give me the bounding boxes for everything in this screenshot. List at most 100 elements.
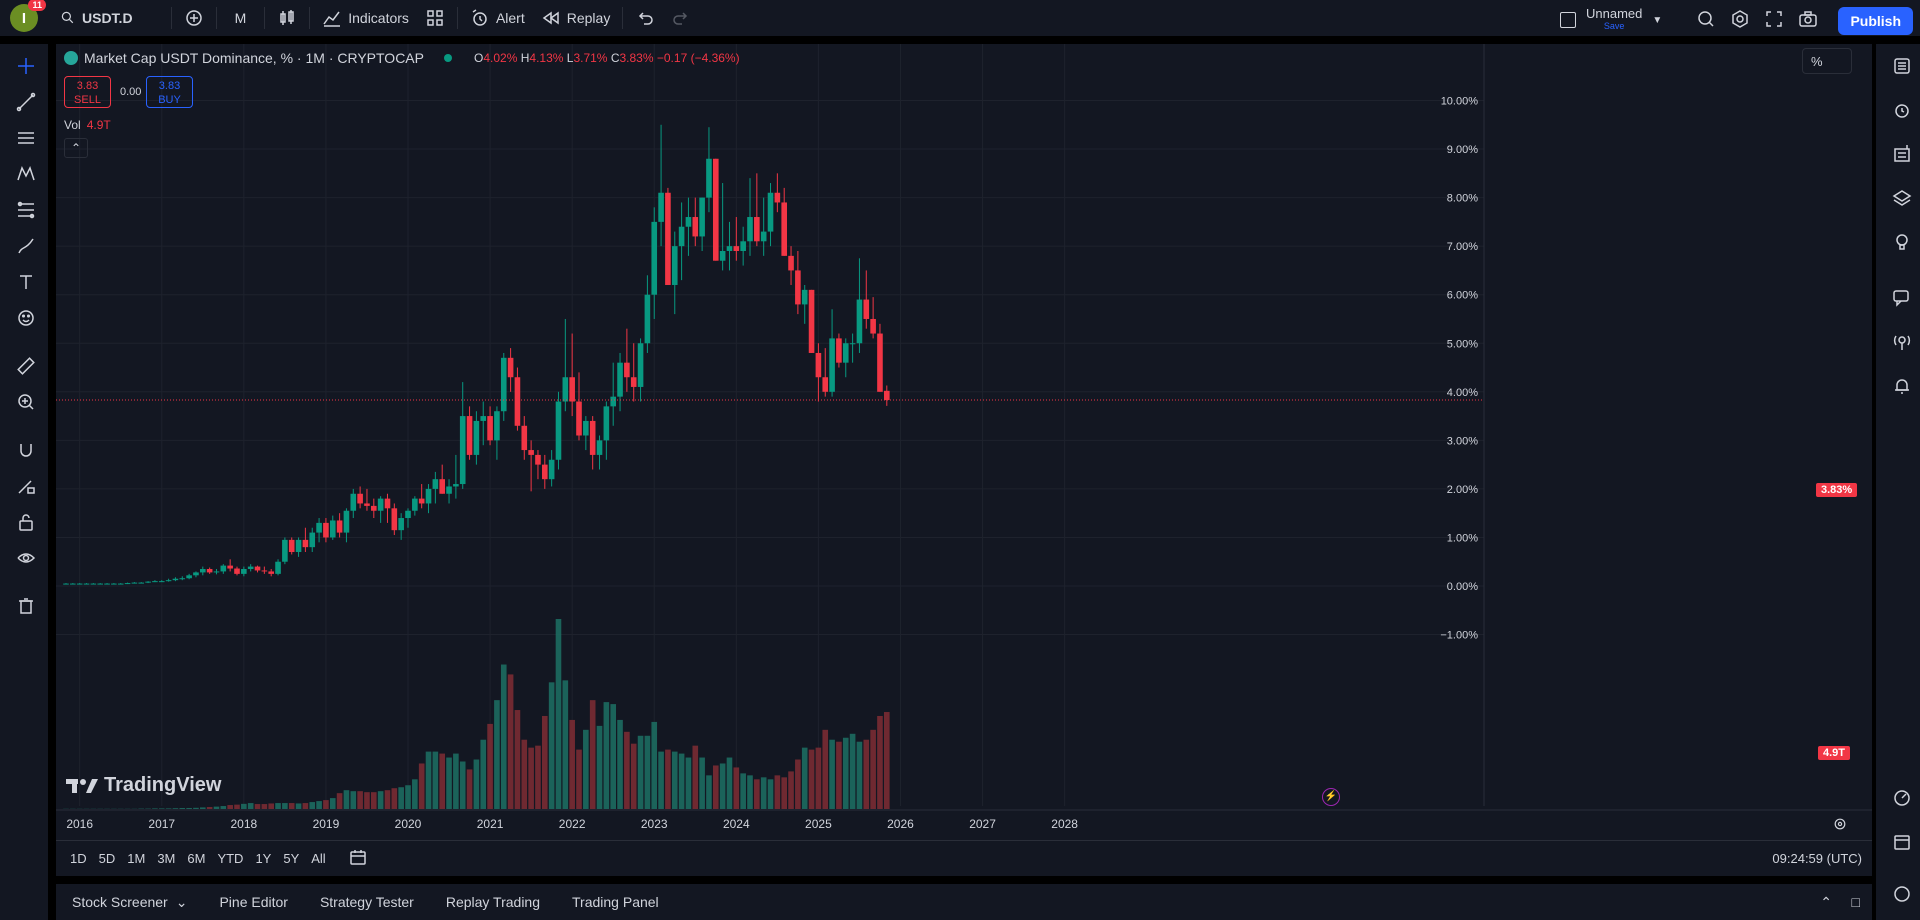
- volume-bar: [439, 753, 445, 809]
- brush-tool[interactable]: [12, 232, 40, 260]
- tab-label: Strategy Tester: [319, 894, 414, 910]
- time-axis-label: 2025: [805, 817, 832, 831]
- hide-tool[interactable]: [12, 544, 40, 572]
- streams-button[interactable]: [1888, 328, 1916, 356]
- compare-button[interactable]: [176, 2, 212, 34]
- calendar-button[interactable]: [1888, 828, 1916, 856]
- volume-legend[interactable]: Vol 4.9T: [64, 118, 111, 132]
- price-axis-label: 6.00%: [1447, 290, 1478, 302]
- lightning-icon[interactable]: ⚡: [1322, 788, 1340, 806]
- user-avatar[interactable]: I 11: [10, 0, 46, 32]
- range-ytd[interactable]: YTD: [211, 851, 249, 866]
- publish-button[interactable]: Publish: [1838, 7, 1913, 35]
- chevron-down-icon[interactable]: ⌄: [176, 894, 188, 911]
- fullscreen-icon[interactable]: [1764, 9, 1784, 29]
- symbol-search[interactable]: USDT.D: [52, 2, 141, 34]
- utc-clock[interactable]: 09:24:59 (UTC): [1772, 851, 1862, 866]
- sell-button[interactable]: 3.83 SELL: [64, 76, 111, 108]
- replay-button[interactable]: Replay: [533, 2, 619, 34]
- data-window-button[interactable]: [1888, 140, 1916, 168]
- candle-body: [603, 406, 610, 441]
- templates-button[interactable]: [417, 2, 453, 34]
- candle-body: [692, 217, 699, 237]
- candle-body: [254, 566, 261, 571]
- tab-pine-editor[interactable]: Pine Editor: [203, 894, 303, 911]
- price-chart[interactable]: 10.00% 9.00% 8.00% 7.00% 6.00% 5.00% 4.00% 3.00…: [56, 44, 1872, 840]
- layout-name-button[interactable]: Unnamed Save: [1586, 7, 1642, 32]
- dom-button[interactable]: [1888, 784, 1916, 812]
- chart-pane[interactable]: 10.00% 9.00% 8.00% 7.00% 6.00% 5.00% 4.00% 3.00…: [56, 44, 1872, 840]
- price-axis-label: 0.00%: [1447, 581, 1478, 593]
- settings-icon[interactable]: [1730, 9, 1750, 29]
- ideas-button[interactable]: [1888, 228, 1916, 256]
- camera-icon[interactable]: [1798, 9, 1818, 29]
- chevron-down-icon[interactable]: ▼: [1652, 15, 1662, 26]
- volume-bar: [213, 806, 220, 809]
- undo-button[interactable]: [627, 2, 663, 34]
- time-axis-label: 2021: [477, 817, 504, 831]
- chart-title[interactable]: Market Cap USDT Dominance, % · 1M · CRYP…: [84, 50, 424, 66]
- scale-mode-button[interactable]: %: [1802, 48, 1852, 74]
- lock-tool[interactable]: [12, 508, 40, 536]
- volume-bar: [624, 731, 630, 809]
- buy-button[interactable]: 3.83 BUY: [146, 76, 193, 108]
- crosshair-tool[interactable]: [12, 52, 40, 80]
- volume-bar: [288, 803, 295, 809]
- alert-label: Alert: [495, 10, 525, 26]
- range-6m[interactable]: 6M: [181, 851, 211, 866]
- collapse-legend-button[interactable]: ⌃: [64, 138, 88, 158]
- candle-body: [569, 377, 575, 402]
- ohlc-values: O4.02% H4.13% L3.71% C3.83% −0.17 (−4.36…: [474, 51, 740, 65]
- quick-search-icon[interactable]: [1696, 9, 1716, 29]
- alert-button[interactable]: Alert: [462, 2, 533, 34]
- tab-trading-panel[interactable]: Trading Panel: [556, 894, 675, 911]
- fib-tool[interactable]: [12, 196, 40, 224]
- volume-tag: 4.9T: [1818, 746, 1851, 760]
- remove-tool[interactable]: [12, 592, 40, 620]
- range-1m[interactable]: 1M: [121, 851, 151, 866]
- indicators-button[interactable]: Indicators: [314, 2, 417, 34]
- brush-icon: [18, 238, 34, 254]
- tab-strategy-tester[interactable]: Strategy Tester: [304, 894, 430, 911]
- volume-bar: [583, 729, 589, 809]
- candle-body: [145, 581, 151, 583]
- range-1y[interactable]: 1Y: [249, 851, 277, 866]
- magnet-tool[interactable]: [12, 436, 40, 464]
- avatar-letter: I: [21, 9, 27, 27]
- object-tree-button[interactable]: [1888, 184, 1916, 212]
- stay-drawing-tool[interactable]: [12, 472, 40, 500]
- text-tool[interactable]: [12, 268, 40, 296]
- pattern-tool[interactable]: [12, 160, 40, 188]
- interval-button[interactable]: M: [221, 2, 261, 34]
- lines-tool[interactable]: [12, 124, 40, 152]
- trendline-tool[interactable]: [12, 88, 40, 116]
- range-3m[interactable]: 3M: [151, 851, 181, 866]
- alerts-button[interactable]: [1888, 96, 1916, 124]
- range-1d[interactable]: 1D: [64, 851, 93, 866]
- candle-body: [364, 503, 370, 506]
- tab-replay-trading[interactable]: Replay Trading: [430, 894, 556, 911]
- ruler-icon: [17, 357, 35, 375]
- tab-stock-screener[interactable]: Stock Screener ⌄: [56, 894, 203, 911]
- redo-button[interactable]: [663, 2, 699, 34]
- measure-tool[interactable]: [12, 352, 40, 380]
- chats-button[interactable]: [1888, 284, 1916, 312]
- range-all[interactable]: All: [305, 851, 331, 866]
- layout-square-icon[interactable]: [1560, 12, 1576, 28]
- divider: [456, 7, 458, 29]
- range-5y[interactable]: 5Y: [277, 851, 305, 866]
- maximize-panel-icon[interactable]: □: [1852, 894, 1860, 910]
- chart-type-button[interactable]: [269, 2, 305, 34]
- date-range-button[interactable]: [342, 847, 374, 870]
- chat-icon: [1893, 290, 1909, 307]
- emoji-tool[interactable]: [12, 304, 40, 332]
- axis-settings-icon[interactable]: [1832, 816, 1848, 835]
- magnet-icon: [20, 444, 32, 457]
- help-button[interactable]: [1888, 880, 1916, 908]
- range-5d[interactable]: 5D: [93, 851, 122, 866]
- notifications-button[interactable]: [1888, 372, 1916, 400]
- collapse-panel-icon[interactable]: ⌃: [1820, 894, 1832, 911]
- zoom-tool[interactable]: [12, 388, 40, 416]
- volume-bar: [514, 710, 521, 809]
- watchlist-button[interactable]: [1888, 52, 1916, 80]
